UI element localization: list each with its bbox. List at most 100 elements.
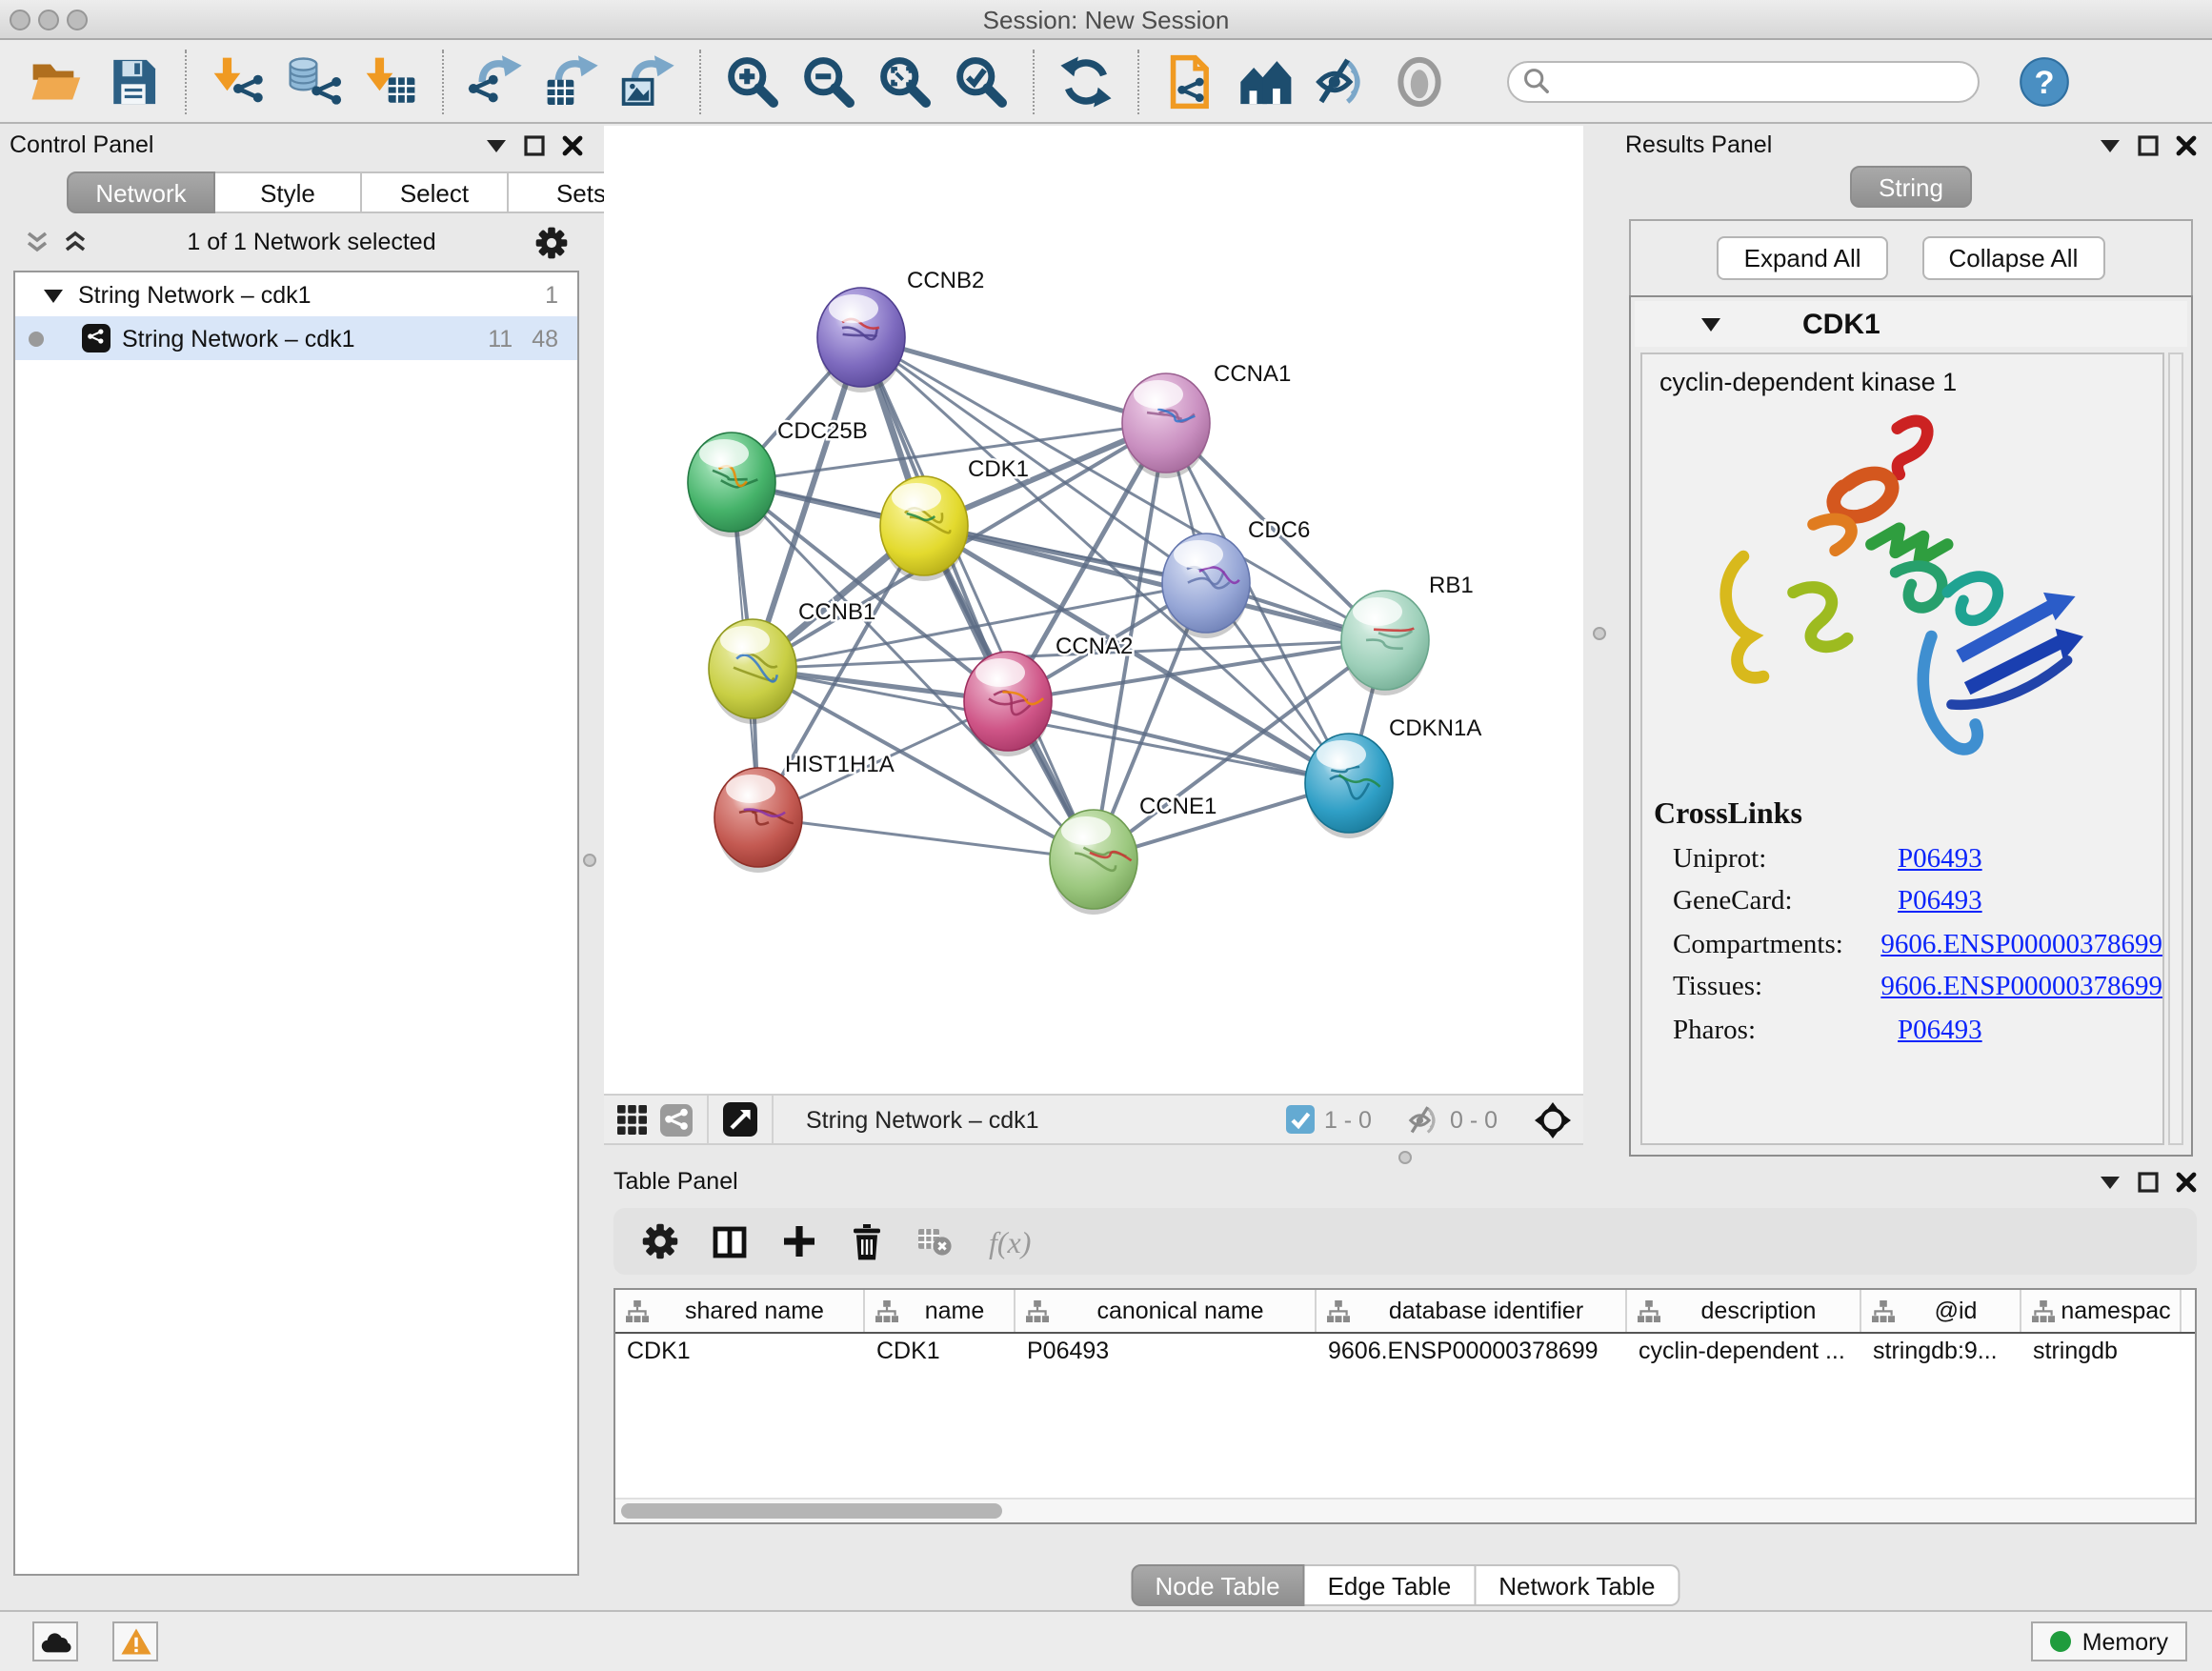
collection-disclosure-icon[interactable]: [42, 285, 65, 304]
crosslink-row: Tissues:9606.ENSP00000378699: [1654, 972, 2162, 1004]
close-panel-icon[interactable]: [562, 134, 583, 155]
column-type-icon: [1871, 1299, 1896, 1323]
column-header-shared-name[interactable]: shared name: [615, 1290, 865, 1332]
string-query-icon[interactable]: [1237, 50, 1297, 111]
expand-all-button[interactable]: Expand All: [1718, 236, 1888, 280]
import-table-icon[interactable]: [360, 50, 421, 111]
navigator-crosshair-icon[interactable]: [1534, 1100, 1572, 1138]
delete-column-icon[interactable]: [850, 1222, 884, 1260]
export-network-icon[interactable]: [465, 50, 526, 111]
birds-eye-view-icon[interactable]: [722, 1101, 758, 1137]
zoom-out-icon[interactable]: [798, 50, 859, 111]
network-from-selection-icon[interactable]: [1160, 50, 1221, 111]
float-panel-icon[interactable]: [486, 136, 507, 153]
table-cell[interactable]: cyclin-dependent ...: [1627, 1334, 1861, 1372]
protein-card-scrollbar[interactable]: [2168, 352, 2183, 1145]
network-node-HIST1H1A[interactable]: HIST1H1A: [714, 752, 895, 873]
tab-style[interactable]: Style: [215, 171, 362, 213]
zoom-in-icon[interactable]: [722, 50, 783, 111]
node-label-CCNB1: CCNB1: [798, 599, 875, 625]
crosslink-link[interactable]: P06493: [1898, 1015, 1982, 1047]
close-panel-icon[interactable]: [2176, 1171, 2197, 1192]
tab-string[interactable]: String: [1850, 166, 1972, 208]
undock-panel-icon[interactable]: [2138, 1171, 2159, 1192]
table-scrollbar-thumb[interactable]: [621, 1503, 1002, 1519]
warnings-button[interactable]: [112, 1621, 158, 1661]
zoom-selected-icon[interactable]: [951, 50, 1012, 111]
memory-status-dot-icon: [2050, 1631, 2071, 1652]
column-header-canonical-name[interactable]: canonical name: [1016, 1290, 1317, 1332]
show-columns-icon[interactable]: [711, 1222, 749, 1260]
table-row[interactable]: CDK1CDK1P064939606.ENSP00000378699cyclin…: [615, 1334, 2195, 1372]
crosslink-link[interactable]: 9606.ENSP00000378699: [1880, 929, 2162, 961]
network-view-type-icon[interactable]: [659, 1102, 694, 1137]
search-input[interactable]: [1551, 66, 1978, 96]
table-cell[interactable]: P06493: [1016, 1334, 1317, 1372]
network-options-gear-icon[interactable]: [535, 226, 568, 258]
node-label-CCNE1: CCNE1: [1139, 794, 1217, 819]
network-collection-row[interactable]: String Network – cdk1 1: [15, 272, 577, 316]
column-header--id[interactable]: @id: [1861, 1290, 2021, 1332]
crosslink-link[interactable]: P06493: [1898, 843, 1982, 876]
network-node-RB1[interactable]: RB1: [1341, 573, 1474, 695]
tab-select[interactable]: Select: [362, 171, 509, 213]
collapse-all-networks-icon[interactable]: [25, 230, 50, 254]
create-column-icon[interactable]: [781, 1223, 817, 1259]
network-row[interactable]: String Network – cdk1 11 48: [15, 316, 577, 360]
left-splitter-grip[interactable]: [583, 854, 596, 867]
zoom-fit-icon[interactable]: [875, 50, 935, 111]
table-settings-gear-icon[interactable]: [642, 1223, 678, 1259]
column-header-namespac[interactable]: namespac: [2021, 1290, 2182, 1332]
network-node-CDKN1A[interactable]: CDKN1A: [1305, 715, 1481, 838]
network-node-CCNB1[interactable]: CCNB1: [709, 599, 875, 724]
undock-panel-icon[interactable]: [2138, 134, 2159, 155]
open-session-icon[interactable]: [27, 50, 88, 111]
table-horizontal-scrollbar[interactable]: [615, 1498, 2195, 1522]
crosslink-link[interactable]: P06493: [1898, 886, 1982, 918]
apply-layout-icon[interactable]: [1056, 50, 1116, 111]
network-edge[interactable]: [758, 817, 1094, 859]
import-database-icon[interactable]: [284, 50, 345, 111]
tab-network[interactable]: Network: [67, 171, 215, 213]
table-cell[interactable]: 9606.ENSP00000378699: [1317, 1334, 1627, 1372]
import-network-icon[interactable]: [208, 50, 269, 111]
cloud-status-button[interactable]: [32, 1621, 78, 1661]
close-panel-icon[interactable]: [2176, 134, 2197, 155]
tab-node-table[interactable]: Node Table: [1130, 1564, 1304, 1606]
protein-card-header[interactable]: CDK1: [1635, 301, 2187, 347]
export-table-icon[interactable]: [541, 50, 602, 111]
column-header-database-identifier[interactable]: database identifier: [1317, 1290, 1627, 1332]
float-panel-icon[interactable]: [2100, 136, 2121, 153]
search-box[interactable]: [1507, 60, 1980, 102]
collapse-all-button[interactable]: Collapse All: [1922, 236, 2105, 280]
undock-panel-icon[interactable]: [524, 134, 545, 155]
table-cell[interactable]: CDK1: [615, 1334, 865, 1372]
network-view[interactable]: CCNB2 CCNA1 CDC25B CDK1 CDC6 RB1 CCNB1: [604, 126, 1583, 1094]
tab-network-table[interactable]: Network Table: [1476, 1564, 1679, 1606]
grid-view-icon[interactable]: [615, 1102, 650, 1137]
network-canvas[interactable]: CCNB2 CCNA1 CDC25B CDK1 CDC6 RB1 CCNB1: [604, 126, 1583, 1094]
memory-button[interactable]: Memory: [2031, 1621, 2187, 1661]
export-image-icon[interactable]: [617, 50, 678, 111]
network-node-CDC6[interactable]: CDC6: [1162, 517, 1310, 638]
help-icon[interactable]: ?: [2014, 50, 2075, 111]
float-panel-icon[interactable]: [2100, 1173, 2121, 1190]
table-cell[interactable]: stringdb:9...: [1861, 1334, 2021, 1372]
column-header-name[interactable]: name: [865, 1290, 1016, 1332]
network-node-CCNE1[interactable]: CCNE1: [1050, 794, 1217, 915]
show-hide-icon[interactable]: [1313, 50, 1374, 111]
horizontal-splitter-grip[interactable]: [1398, 1151, 1412, 1164]
right-splitter-grip[interactable]: [1593, 627, 1606, 640]
table-cell[interactable]: CDK1: [865, 1334, 1016, 1372]
protein-disclosure-icon[interactable]: [1699, 314, 1722, 333]
crosslink-link[interactable]: 9606.ENSP00000378699: [1880, 972, 2162, 1004]
column-header-description[interactable]: description: [1627, 1290, 1861, 1332]
save-session-icon[interactable]: [103, 50, 164, 111]
network-edge[interactable]: [861, 337, 1094, 859]
table-cell[interactable]: stringdb: [2021, 1334, 2182, 1372]
table-panel: Table Panel f(x) shared namenamecanonica…: [613, 1164, 2197, 1606]
tab-edge-table[interactable]: Edge Table: [1305, 1564, 1477, 1606]
current-network-dot-icon: [29, 331, 44, 346]
crosslink-row: Pharos:P06493: [1654, 1015, 2162, 1047]
expand-all-networks-icon[interactable]: [63, 230, 88, 254]
